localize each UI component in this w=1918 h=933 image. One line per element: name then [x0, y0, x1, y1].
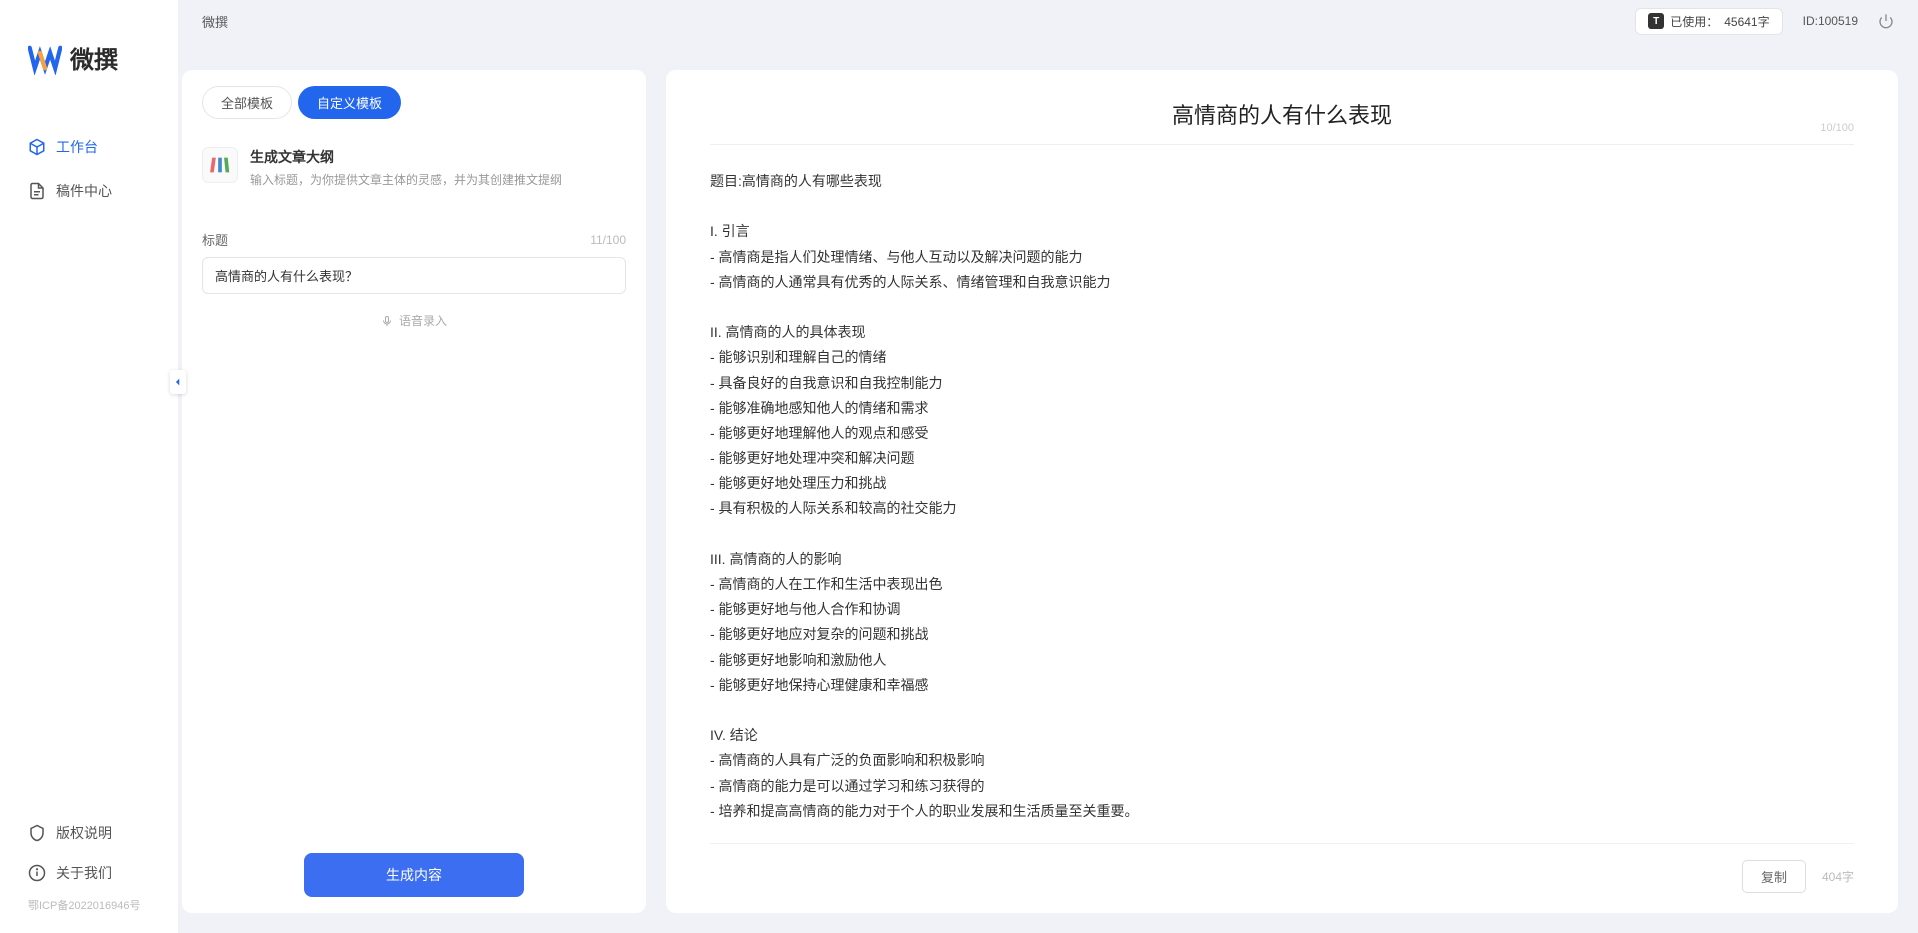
content: 全部模板 自定义模板 生成文章大纲 输入标题，为你提供文章主体的灵感，并为其创建…	[178, 42, 1918, 933]
shield-icon	[28, 824, 46, 842]
nav-about-label: 关于我们	[56, 863, 112, 883]
title-field-label: 标题	[202, 230, 228, 249]
title-field-count: 11/100	[590, 233, 626, 247]
nav-copyright-label: 版权说明	[56, 823, 112, 843]
title-input[interactable]	[202, 257, 626, 294]
nav-workspace[interactable]: 工作台	[0, 125, 178, 169]
panel-output: 高情商的人有什么表现 10/100 题目:高情商的人有哪些表现 I. 引言 - …	[666, 70, 1898, 913]
info-icon	[28, 864, 46, 882]
sidebar-collapse-button[interactable]	[170, 370, 186, 394]
user-id: ID:100519	[1803, 14, 1858, 28]
template-desc: 输入标题，为你提供文章主体的灵感，并为其创建推文提纲	[250, 171, 562, 188]
template-icon-box	[202, 147, 238, 183]
template-tabs: 全部模板 自定义模板	[202, 86, 626, 119]
output-title: 高情商的人有什么表现	[1172, 98, 1392, 130]
usage-badge-icon: T	[1648, 13, 1664, 29]
cube-icon	[28, 138, 46, 156]
chevron-left-icon	[173, 377, 183, 387]
document-icon	[28, 182, 46, 200]
nav-workspace-label: 工作台	[56, 137, 98, 157]
nav-copyright[interactable]: 版权说明	[0, 813, 178, 853]
topbar-right: T 已使用： 45641字 ID:100519	[1635, 8, 1894, 35]
usage-badge[interactable]: T 已使用： 45641字	[1635, 8, 1782, 35]
icp-text: 鄂ICP备2022016946号	[0, 893, 178, 923]
sidebar: 微撰 工作台 稿件中心 版权说明 关于我们 鄂ICP备2022016946号	[0, 0, 178, 933]
nav-footer: 版权说明 关于我们 鄂ICP备2022016946号	[0, 813, 178, 933]
voice-input-label: 语音录入	[399, 312, 447, 329]
panel-left-footer: 生成内容	[202, 833, 626, 897]
output-char-count: 404字	[1822, 868, 1854, 885]
logo-text: 微撰	[70, 40, 118, 75]
output-title-count: 10/100	[1820, 122, 1854, 134]
tab-all-templates[interactable]: 全部模板	[202, 86, 292, 119]
output-header: 高情商的人有什么表现 10/100	[710, 98, 1854, 145]
books-icon	[209, 154, 231, 176]
usage-value: 45641字	[1724, 13, 1769, 30]
panel-template: 全部模板 自定义模板 生成文章大纲 输入标题，为你提供文章主体的灵感，并为其创建…	[182, 70, 646, 913]
title-field-row: 标题 11/100	[202, 230, 626, 249]
power-icon[interactable]	[1878, 13, 1894, 29]
voice-input-button[interactable]: 语音录入	[381, 312, 447, 329]
nav-drafts[interactable]: 稿件中心	[0, 169, 178, 213]
nav-drafts-label: 稿件中心	[56, 181, 112, 201]
generate-button[interactable]: 生成内容	[304, 853, 524, 897]
nav-main: 工作台 稿件中心	[0, 105, 178, 813]
template-card: 生成文章大纲 输入标题，为你提供文章主体的灵感，并为其创建推文提纲	[202, 141, 626, 208]
logo-icon	[28, 41, 62, 75]
template-title: 生成文章大纲	[250, 147, 562, 167]
copy-button[interactable]: 复制	[1742, 860, 1806, 893]
mic-icon	[381, 315, 393, 327]
output-body[interactable]: 题目:高情商的人有哪些表现 I. 引言 - 高情商是指人们处理情绪、与他人互动以…	[710, 155, 1854, 843]
tab-custom-templates[interactable]: 自定义模板	[298, 86, 401, 119]
topbar: 微撰 T 已使用： 45641字 ID:100519	[178, 0, 1918, 42]
usage-label: 已使用：	[1670, 13, 1718, 30]
nav-about[interactable]: 关于我们	[0, 853, 178, 893]
template-info: 生成文章大纲 输入标题，为你提供文章主体的灵感，并为其创建推文提纲	[250, 147, 562, 188]
main: 微撰 T 已使用： 45641字 ID:100519 全部模板 自定义模板	[178, 0, 1918, 933]
output-footer: 复制 404字	[710, 843, 1854, 893]
topbar-title: 微撰	[202, 12, 228, 31]
logo: 微撰	[0, 0, 178, 105]
